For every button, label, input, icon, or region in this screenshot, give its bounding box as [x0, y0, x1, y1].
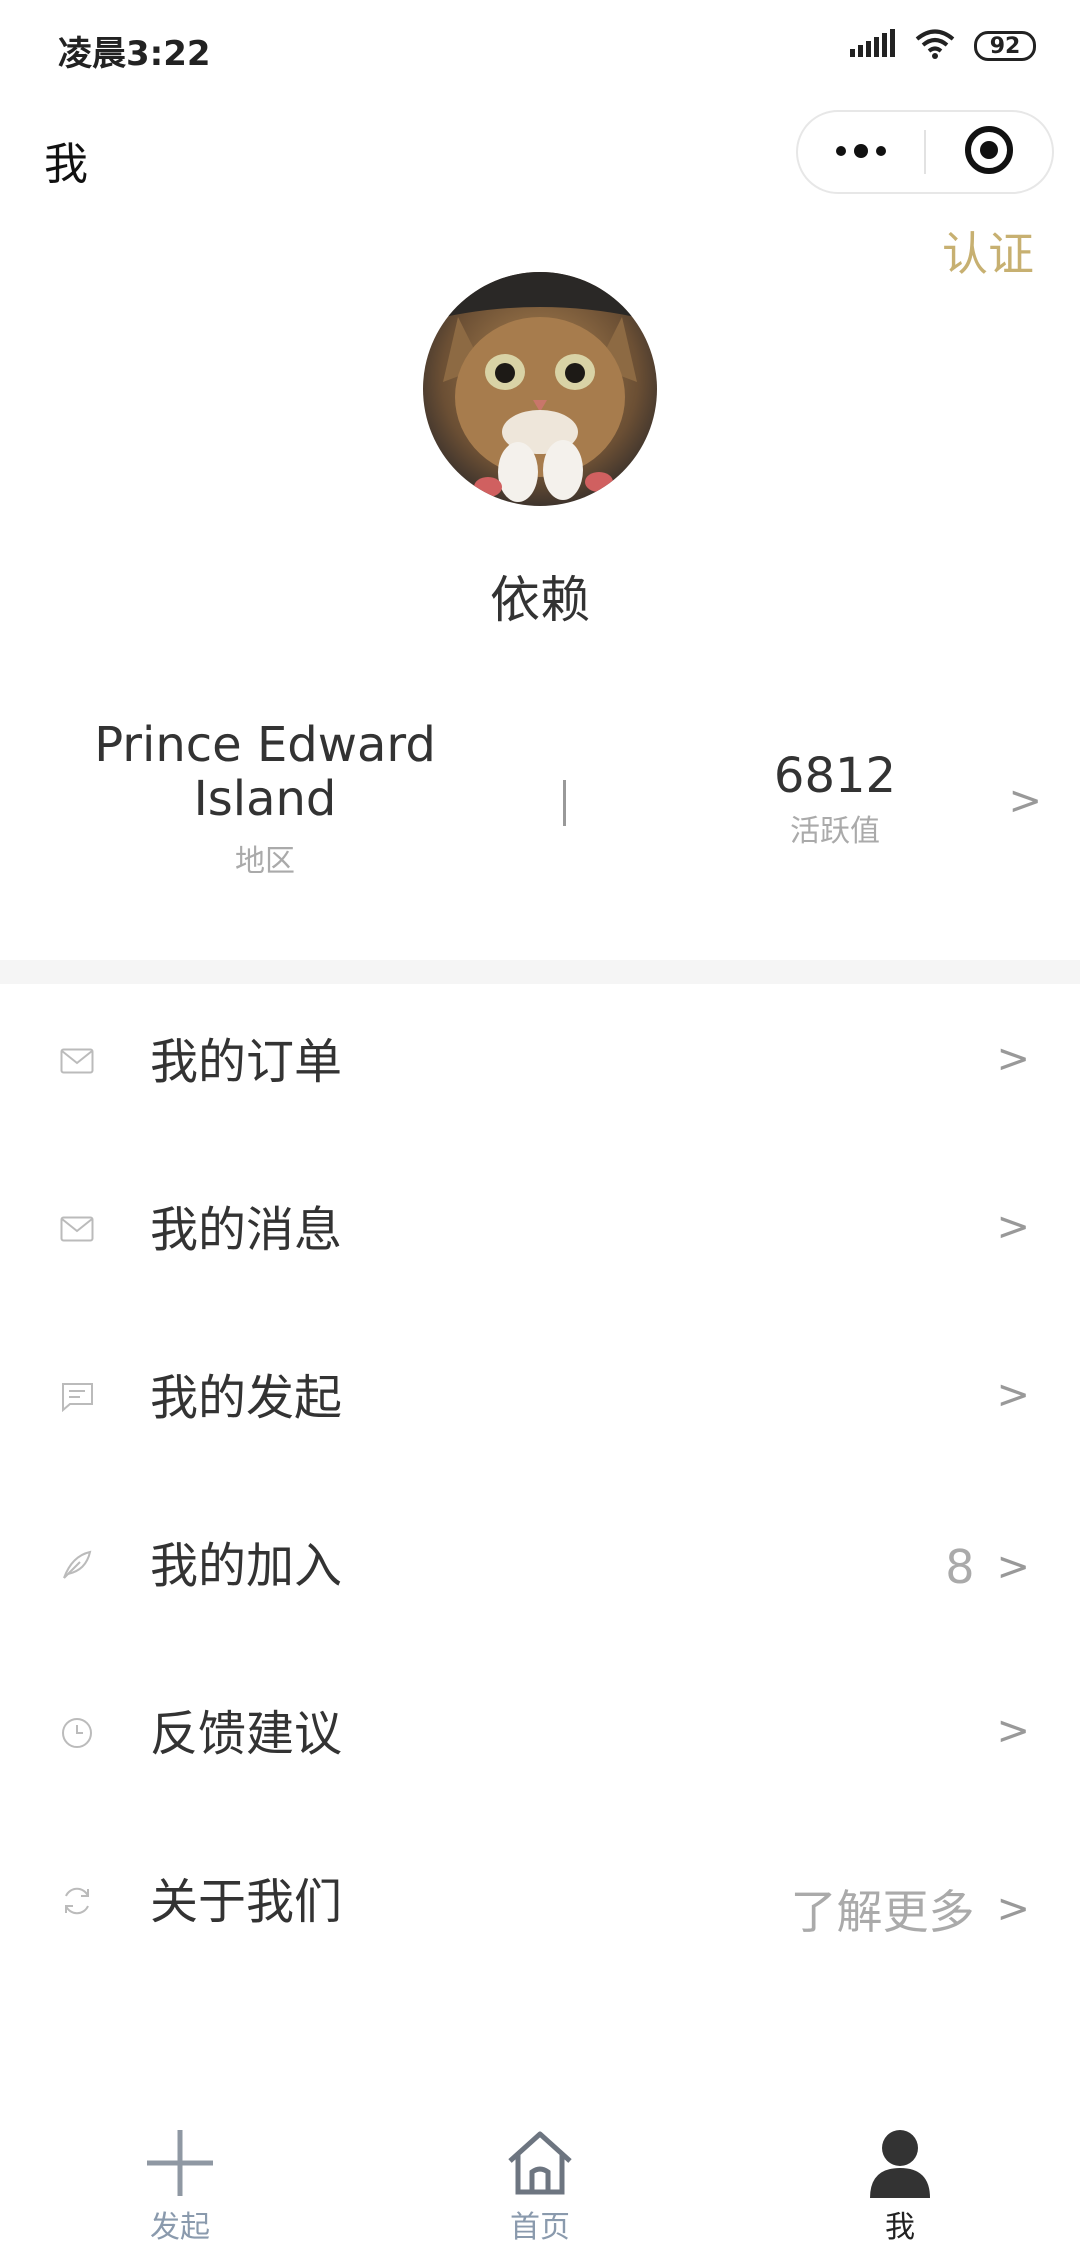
menu-item-right: > [974, 1036, 1030, 1082]
menu-item-about[interactable]: 关于我们 了解更多 > [0, 1824, 1080, 1992]
menu-item-messages[interactable]: 我的消息 > [0, 1152, 1080, 1320]
profile-screen: 凌晨3:22 92 我 认证 依赖 Prince Edward Island 地… [0, 0, 1080, 2248]
menu-item-label: 我的发起 [150, 1370, 343, 1426]
activity-stat: 6812 活跃值 [720, 748, 950, 850]
joined-count: 8 [945, 1540, 975, 1594]
activity-label: 活跃值 [790, 814, 880, 849]
menu-item-label: 反馈建议 [150, 1706, 343, 1762]
chevron-right-icon: > [996, 1036, 1030, 1082]
stats-row[interactable]: Prince Edward Island 地区 6812 活跃值 > [0, 712, 1080, 892]
menu-item-label: 我的消息 [150, 1202, 343, 1258]
chevron-right-icon: > [996, 1708, 1030, 1754]
user-icon [820, 2118, 980, 2198]
chevron-right-icon: > [996, 1204, 1030, 1250]
tab-label: 发起 [150, 2210, 210, 2245]
stats-divider [563, 780, 566, 826]
status-time: 凌晨3:22 [58, 34, 211, 74]
more-dots-icon [835, 143, 887, 162]
target-icon [963, 124, 1015, 180]
menu-list: 我的订单 > 我的消息 > 我的发起 > 我的加入 8 > 反馈建议 > 关于我… [0, 984, 1080, 1992]
region-label: 地区 [235, 844, 295, 879]
home-icon [460, 2118, 620, 2198]
mail-icon [58, 1210, 96, 1248]
tab-bar: 发起 首页 我 [0, 2108, 1080, 2248]
menu-item-initiated[interactable]: 我的发起 > [0, 1320, 1080, 1488]
plus-icon [100, 2118, 260, 2198]
menu-item-label: 我的加入 [150, 1538, 343, 1594]
chevron-right-icon: > [996, 1372, 1030, 1418]
status-bar: 凌晨3:22 92 [0, 0, 1080, 96]
refresh-icon [58, 1882, 96, 1920]
tab-initiate[interactable]: 发起 [100, 2108, 260, 2248]
clock-icon [58, 1714, 96, 1752]
menu-item-label: 关于我们 [150, 1874, 343, 1930]
menu-item-right: > [974, 1372, 1030, 1418]
more-button[interactable] [798, 112, 924, 192]
tab-label: 首页 [510, 2210, 570, 2245]
menu-item-label: 我的订单 [150, 1034, 343, 1090]
cat-photo [423, 272, 657, 506]
feather-icon [58, 1546, 96, 1584]
region-value: Prince Edward Island [94, 717, 436, 827]
chevron-right-icon[interactable]: > [1008, 778, 1042, 824]
miniprogram-capsule [796, 110, 1054, 194]
message-icon [58, 1378, 96, 1416]
menu-item-right: 了解更多 > [790, 1876, 1030, 1942]
menu-item-right: > [974, 1708, 1030, 1754]
chevron-right-icon: > [996, 1544, 1030, 1590]
menu-item-orders[interactable]: 我的订单 > [0, 984, 1080, 1152]
chevron-right-icon: > [996, 1886, 1030, 1932]
menu-item-feedback[interactable]: 反馈建议 > [0, 1656, 1080, 1824]
menu-item-right: > [974, 1204, 1030, 1250]
menu-item-right: 8 > [945, 1540, 1030, 1594]
tab-home[interactable]: 首页 [460, 2108, 620, 2248]
signal-icon [850, 29, 896, 63]
status-icons: 92 [850, 28, 1036, 64]
wifi-icon [914, 28, 956, 64]
close-miniprogram-button[interactable] [926, 112, 1052, 192]
page-title: 我 [44, 139, 88, 190]
menu-item-joined[interactable]: 我的加入 8 > [0, 1488, 1080, 1656]
certify-link[interactable]: 认证 [942, 218, 1034, 284]
avatar[interactable] [423, 272, 657, 506]
tab-me[interactable]: 我 [820, 2108, 980, 2248]
region-stat: Prince Edward Island 地区 [80, 718, 450, 880]
learn-more-link[interactable]: 了解更多 [790, 1876, 974, 1942]
mail-icon [58, 1042, 96, 1080]
tab-label: 我 [885, 2210, 915, 2245]
battery-indicator: 92 [974, 31, 1036, 61]
username: 依赖 [490, 571, 590, 629]
activity-value: 6812 [773, 748, 897, 804]
section-divider [0, 960, 1080, 984]
